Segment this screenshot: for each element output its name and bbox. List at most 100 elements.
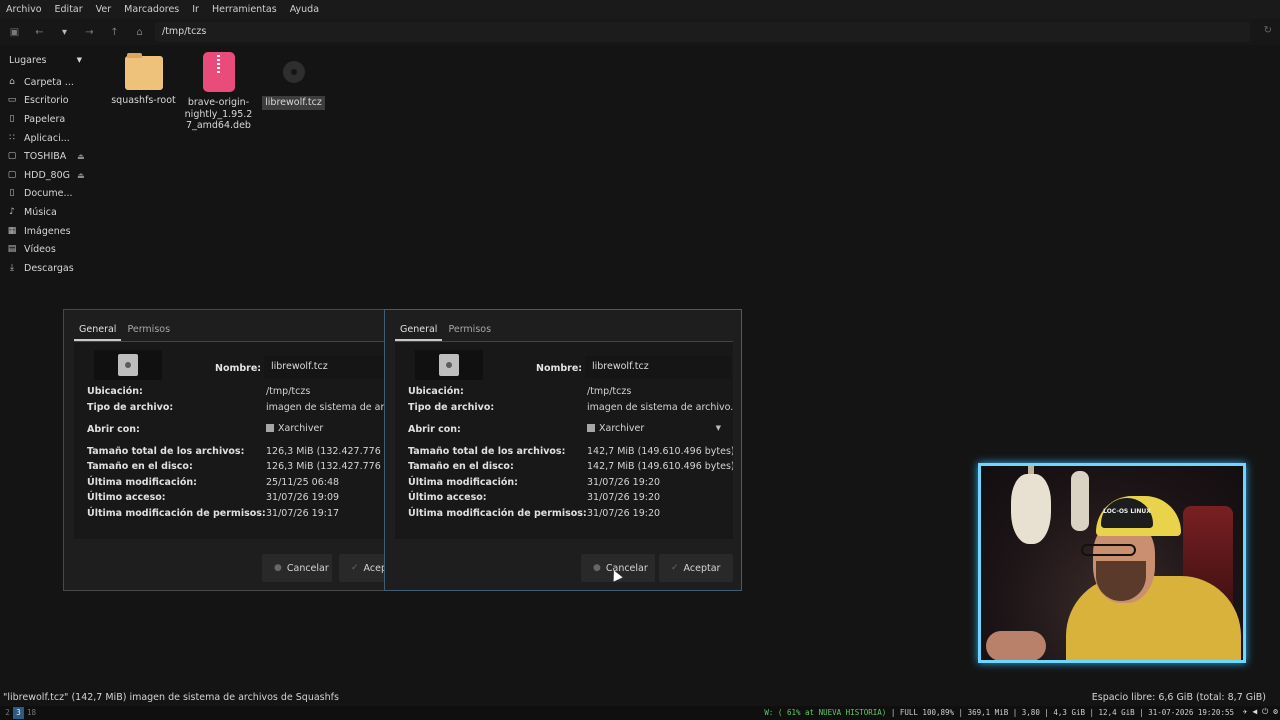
open-with-label: Abrir con: [87,424,140,435]
name-field[interactable]: librewolf.tcz [264,356,384,378]
modified-label: Última modificación: [87,477,197,488]
perm-modified-value: 31/07/26 19:17 [266,508,340,519]
properties-dialog-old: General Permisos Nombre: librewolf.tcz U… [63,309,385,591]
settings-icon[interactable]: ⚙ [1273,707,1278,716]
disc-image-icon [415,350,483,380]
deb-package-icon [202,52,235,92]
network-icon[interactable]: ✈ [1243,707,1248,716]
chevron-down-icon[interactable]: ▼ [77,56,82,64]
sidebar-item-label: Escritorio [24,95,69,107]
perm-modified-value: 31/07/26 19:20 [587,508,661,519]
home-icon[interactable]: ⌂ [127,27,152,38]
disc-image-icon [274,52,314,92]
menu-bar: Archivo Editar Ver Marcadores Ir Herrami… [0,0,1280,19]
eject-icon[interactable]: ⏏ [77,152,85,161]
sidebar-item-applications[interactable]: ∷ Aplicaci... [0,129,92,148]
images-icon: ▦ [7,225,17,236]
dialog-tabs: General Permisos [74,322,176,341]
tab-general[interactable]: General [74,322,122,341]
up-icon[interactable]: ↑ [102,27,127,38]
eject-icon[interactable]: ⏏ [77,171,85,180]
sidebar-item-trash[interactable]: ▯ Papelera [0,110,92,129]
system-status: W: ( 61% at NUEVA HISTORIA) | FULL 100,8… [764,708,1234,717]
menu-editar[interactable]: Editar [55,4,83,15]
refresh-icon[interactable]: ↻ [1264,25,1272,36]
desktop-icon: ▭ [7,95,17,106]
tab-permisos[interactable]: Permisos [443,322,496,341]
general-panel: Nombre: librewolf.tcz Ubicación: /tmp/tc… [395,341,733,539]
workspace-2[interactable]: 2 [2,707,13,719]
tray-icons: ✈ ◀ ⏻ ⚙ [1243,707,1278,717]
back-icon[interactable]: ← [27,27,52,38]
perm-modified-label: Última modificación de permisos: [87,508,266,519]
history-dropdown-icon[interactable]: ▾ [52,27,77,38]
power-icon[interactable]: ⏻ [1262,707,1268,716]
side-pane-icon[interactable]: ▣ [2,27,27,38]
menu-ir[interactable]: Ir [192,4,199,15]
tab-general[interactable]: General [395,322,443,341]
sidebar-item-hdd80g[interactable]: ▢ HDD_80G ⏏ [0,166,92,185]
system-stats: | FULL 100,89% | 369,1 MiB | 3,80 | 4,3 … [890,708,1234,717]
name-label: Nombre: [536,363,583,374]
file-name: squashfs-root [111,95,176,106]
webcam-overlay: LOC-OS LINUX [978,463,1246,663]
sidebar-item-label: Descargas [24,262,74,274]
menu-marcadores[interactable]: Marcadores [124,4,179,15]
check-icon: ✓ [351,563,359,573]
cancel-button[interactable]: ● Cancelar [262,554,332,582]
home-folder-icon: ⌂ [9,76,15,87]
volume-icon[interactable]: ◀ [1252,707,1257,716]
music-icon: ♪ [9,206,15,217]
accessed-label: Último acceso: [408,492,487,503]
name-field[interactable]: librewolf.tcz [585,356,731,378]
file-item-squashfs-root[interactable]: squashfs-root [106,52,181,133]
open-with-value: Xarchiver [599,422,645,434]
file-item-brave-deb[interactable]: brave-origin- nightly_1.95.2 7_amd64.deb [181,52,256,133]
menu-ayuda[interactable]: Ayuda [290,4,319,15]
sidebar-item-videos[interactable]: ▤ Vídeos [0,240,92,259]
person-hand [986,631,1046,660]
sidebar-item-documents[interactable]: ▯ Docume... [0,185,92,204]
wifi-status: W: ( 61% at NUEVA HISTORIA) [764,708,887,717]
location-path-input[interactable]: /tmp/tczs [155,22,1250,42]
places-header[interactable]: Lugares ▼ [0,50,92,70]
tab-permisos[interactable]: Permisos [122,322,175,341]
menu-herramientas[interactable]: Herramientas [212,4,277,15]
open-with-select[interactable]: Xarchiver ▼ [587,418,727,438]
sidebar-item-home[interactable]: ⌂ Carpeta ... [0,73,92,92]
menu-archivo[interactable]: Archivo [6,4,42,15]
workspace-18[interactable]: 18 [25,707,38,719]
accept-button[interactable]: ✓ Aceptar [659,554,733,582]
disk-size-value: 126,3 MiB (132.427.776 b [266,461,385,472]
taskbar: 2 3 18 W: ( 61% at NUEVA HISTORIA) | FUL… [0,706,1280,720]
perm-modified-label: Última modificación de permisos: [408,508,587,519]
documents-icon: ▯ [9,188,15,199]
status-selection-info: "librewolf.tcz" (142,7 MiB) imagen de si… [3,692,339,703]
forward-icon[interactable]: → [77,27,102,38]
accessed-label: Último acceso: [87,492,166,503]
toolbar: ▣ ← ▾ → ↑ ⌂ /tmp/tczs ↻ [0,19,1280,45]
file-name: brave-origin- nightly_1.95.2 7_amd64.deb [184,97,253,131]
workspace-3[interactable]: 3 [13,707,24,719]
file-item-librewolf-tcz[interactable]: librewolf.tcz [256,52,331,133]
location-value: /tmp/tczs [266,386,311,397]
accept-button[interactable]: ✓ Acep [339,554,384,582]
sidebar-item-images[interactable]: ▦ Imágenes [0,222,92,241]
sidebar-item-downloads[interactable]: ⤓ Descargas [0,259,92,278]
xarchiver-icon [587,424,595,432]
sidebar-item-music[interactable]: ♪ Música [0,203,92,222]
accessed-value: 31/07/26 19:09 [266,492,340,503]
sidebar-item-toshiba[interactable]: ▢ TOSHIBA ⏏ [0,147,92,166]
status-free-space: Espacio libre: 6,6 GiB (total: 8,7 GiB) [1091,692,1266,703]
menu-ver[interactable]: Ver [96,4,112,15]
open-with-select[interactable]: Xarchiver [266,418,384,438]
folder-icon [124,53,163,90]
file-name: librewolf.tcz [262,96,325,110]
chevron-down-icon[interactable]: ▼ [716,424,721,432]
sidebar-item-desktop[interactable]: ▭ Escritorio [0,92,92,111]
sidebar-item-label: Aplicaci... [24,132,70,144]
type-label: Tipo de archivo: [87,402,174,413]
person-glasses [1081,544,1136,556]
location-label: Ubicación: [87,386,143,397]
modified-label: Última modificación: [408,477,518,488]
